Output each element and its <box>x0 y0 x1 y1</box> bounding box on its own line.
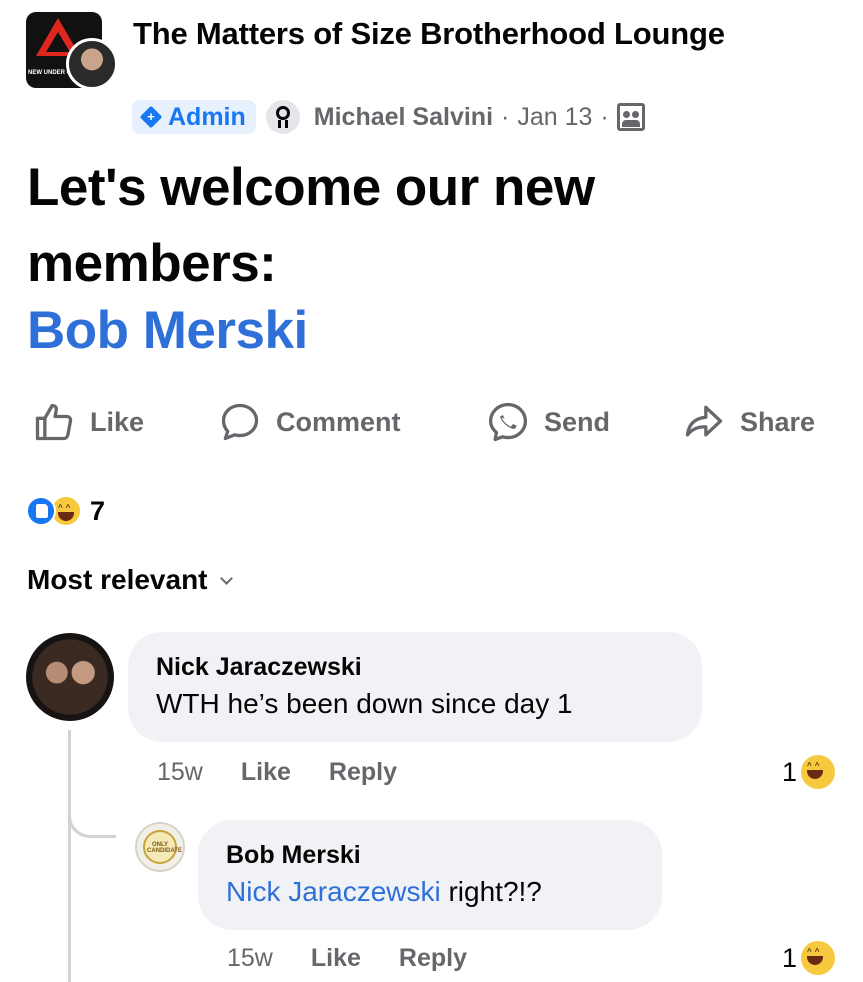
group-name[interactable]: The Matters of Size Brotherhood Lounge <box>133 12 813 56</box>
reply-body: right?!? <box>440 876 542 907</box>
sort-label: Most relevant <box>27 564 208 595</box>
comment-like-button[interactable]: Like <box>241 758 291 787</box>
post-author[interactable]: Michael Salvini <box>314 103 493 132</box>
post-meta: + Admin Michael Salvini · Jan 13 · <box>132 99 645 135</box>
haha-reaction-icon: ^^ <box>801 941 836 975</box>
group-privacy-icon[interactable] <box>616 103 645 131</box>
send-label: Send <box>544 406 611 437</box>
group-avatar[interactable]: NEW UNDER CON <box>26 12 118 92</box>
admin-badge-label: Admin <box>168 102 246 131</box>
reply-mention[interactable]: Nick Jaraczewski <box>226 876 441 907</box>
reply-reaction-count: 1 <box>782 942 798 973</box>
post-mention[interactable]: Bob Merski <box>27 298 308 364</box>
comment-bubble: Nick Jaraczewski WTH he’s been down sinc… <box>128 632 702 742</box>
reply-meta: 15w Like Reply <box>227 938 467 978</box>
reply-like-button[interactable]: Like <box>311 944 361 973</box>
reply-reply-button[interactable]: Reply <box>399 944 467 973</box>
send-button[interactable]: Send <box>486 398 610 446</box>
post-date[interactable]: Jan 13 <box>517 103 592 132</box>
post-actions: Like Comment Send Share <box>30 398 835 446</box>
comment-sort-dropdown[interactable]: Most relevant <box>27 564 233 596</box>
messenger-send-icon <box>488 402 528 442</box>
comment-reactions[interactable]: 1 ^^ <box>782 752 836 792</box>
author-avatar[interactable] <box>66 38 118 90</box>
reply-text: Nick Jaraczewski right?!? <box>226 872 662 912</box>
reply-thread-connector <box>68 790 116 838</box>
comment-reply-button[interactable]: Reply <box>329 758 397 787</box>
post-body: Let's welcome our new members: <box>27 158 595 293</box>
share-arrow-icon <box>685 405 723 437</box>
comment-button[interactable]: Comment <box>218 398 401 446</box>
reply-author[interactable]: Bob Merski <box>226 838 662 872</box>
like-button[interactable]: Like <box>32 398 144 446</box>
avatar-text: ONLY CANDIDATE <box>147 842 182 854</box>
share-button[interactable]: Share <box>682 398 815 446</box>
like-label: Like <box>90 406 145 437</box>
reply-reactions[interactable]: 1 ^^ <box>782 938 836 978</box>
comment-author[interactable]: Nick Jaraczewski <box>156 650 702 684</box>
share-label: Share <box>740 406 816 437</box>
meta-separator: · <box>501 102 510 131</box>
thumbs-up-icon <box>35 403 73 441</box>
reaction-count: 7 <box>90 495 106 526</box>
comment-text: WTH he’s been down since day 1 <box>156 688 573 719</box>
admin-diamond-icon: + <box>139 105 163 129</box>
reply-thread-line <box>68 730 71 982</box>
meta-separator-2: · <box>600 102 609 131</box>
commenter-avatar[interactable] <box>26 633 114 721</box>
haha-reaction-icon: ^^ <box>801 755 836 789</box>
admin-badge[interactable]: + Admin <box>132 100 256 134</box>
reaction-summary[interactable]: ^^ 7 <box>26 494 105 528</box>
reply-author-avatar[interactable]: ONLY CANDIDATE <box>135 822 185 872</box>
comment-label: Comment <box>276 406 401 437</box>
comment-time[interactable]: 15w <box>157 758 203 787</box>
chevron-down-icon <box>219 571 233 585</box>
contributor-medal-icon[interactable] <box>265 100 300 134</box>
like-reaction-icon <box>26 496 56 526</box>
reply-time[interactable]: 15w <box>227 944 273 973</box>
comment-meta: 15w Like Reply <box>157 752 397 792</box>
comment-reaction-count: 1 <box>782 756 798 787</box>
reply-bubble: Bob Merski Nick Jaraczewski right?!? <box>198 820 662 930</box>
comment-bubble-icon <box>221 403 259 441</box>
